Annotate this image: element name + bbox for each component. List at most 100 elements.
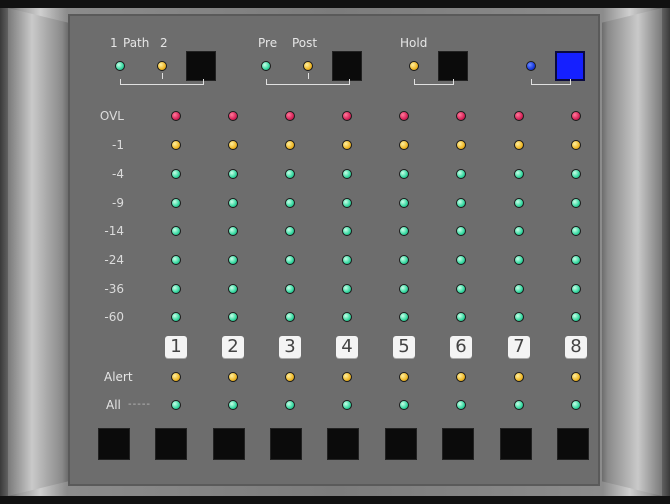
meter-led: [571, 111, 581, 121]
all-dash: -----: [128, 399, 152, 410]
meter-led: [399, 140, 409, 150]
meter-led: [456, 255, 466, 265]
blue-bracket: [531, 79, 571, 85]
meter-led: [285, 140, 295, 150]
meter-led: [456, 111, 466, 121]
meter-panel: 1 Path 2 Pre Post Hold OVL -1 -4 -9 -14 -24 -3…: [68, 14, 600, 486]
row-label: -24: [104, 253, 124, 267]
alert-led: [456, 372, 466, 382]
meter-led: [399, 226, 409, 236]
meter-led: [342, 284, 352, 294]
channel-select-button[interactable]: [327, 428, 359, 460]
channel-select-button[interactable]: [270, 428, 302, 460]
path-one-label: 1: [110, 36, 118, 50]
meter-led: [571, 169, 581, 179]
path-bracket-tick: [162, 73, 163, 79]
meter-led: [342, 140, 352, 150]
meter-led: [228, 255, 238, 265]
meter-led: [342, 312, 352, 322]
meter-led: [571, 255, 581, 265]
post-label: Post: [292, 36, 318, 50]
meter-led: [571, 284, 581, 294]
all-led: [456, 400, 466, 410]
left-bezel: [8, 8, 68, 496]
meter-led: [171, 198, 181, 208]
channel-select-button[interactable]: [155, 428, 187, 460]
meter-led: [399, 169, 409, 179]
meter-led: [342, 198, 352, 208]
meter-led: [571, 312, 581, 322]
meter-led: [399, 255, 409, 265]
hold-label: Hold: [400, 36, 428, 50]
meter-led: [171, 111, 181, 121]
row-label: -14: [104, 224, 124, 238]
meter-led: [514, 284, 524, 294]
path-two-label: 2: [160, 36, 168, 50]
meter-led: [514, 140, 524, 150]
pre-post-bracket-tick: [308, 73, 309, 79]
meter-led: [342, 255, 352, 265]
alert-label: Alert: [104, 370, 133, 384]
meter-led: [514, 255, 524, 265]
channel-select-button[interactable]: [98, 428, 130, 460]
channel-select-button[interactable]: [557, 428, 589, 460]
blue-mode-button[interactable]: [555, 51, 585, 81]
meter-led: [171, 255, 181, 265]
pre-post-button[interactable]: [332, 51, 362, 81]
hold-led: [409, 61, 419, 71]
meter-led: [571, 140, 581, 150]
meter-led: [228, 140, 238, 150]
meter-led: [456, 312, 466, 322]
all-led: [399, 400, 409, 410]
all-led: [171, 400, 181, 410]
channel-number: 5: [393, 336, 415, 358]
pre-post-bracket: [266, 79, 350, 85]
channel-number: 6: [450, 336, 472, 358]
meter-led: [171, 140, 181, 150]
meter-led: [342, 169, 352, 179]
alert-led: [571, 372, 581, 382]
meter-led: [399, 312, 409, 322]
channel-select-button[interactable]: [213, 428, 245, 460]
meter-led: [514, 198, 524, 208]
channel-number: 1: [165, 336, 187, 358]
meter-led: [456, 198, 466, 208]
channel-number: 8: [565, 336, 587, 358]
channel-number: 7: [508, 336, 530, 358]
channel-number: 2: [222, 336, 244, 358]
all-label: All: [106, 398, 121, 412]
row-label: -60: [104, 310, 124, 324]
meter-led: [171, 169, 181, 179]
meter-led: [228, 169, 238, 179]
meter-led: [171, 284, 181, 294]
path-button[interactable]: [186, 51, 216, 81]
row-label: OVL: [99, 109, 124, 123]
meter-led: [228, 198, 238, 208]
alert-led: [228, 372, 238, 382]
hold-button[interactable]: [438, 51, 468, 81]
hold-bracket: [414, 79, 454, 85]
row-label: -9: [112, 196, 124, 210]
meter-led: [514, 111, 524, 121]
meter-led: [456, 226, 466, 236]
meter-led: [571, 226, 581, 236]
channel-select-button[interactable]: [500, 428, 532, 460]
meter-led: [456, 284, 466, 294]
all-led: [342, 400, 352, 410]
blue-indicator-led: [526, 61, 536, 71]
alert-led: [171, 372, 181, 382]
channel-select-button[interactable]: [385, 428, 417, 460]
row-label: -1: [112, 138, 124, 152]
meter-led: [342, 226, 352, 236]
frame-top-edge: [0, 0, 670, 8]
meter-led: [285, 111, 295, 121]
meter-led: [514, 169, 524, 179]
meter-led: [228, 312, 238, 322]
meter-led: [399, 198, 409, 208]
meter-led: [514, 312, 524, 322]
alert-led: [285, 372, 295, 382]
channel-select-button[interactable]: [442, 428, 474, 460]
pre-led: [261, 61, 271, 71]
meter-led: [399, 111, 409, 121]
meter-led: [514, 226, 524, 236]
